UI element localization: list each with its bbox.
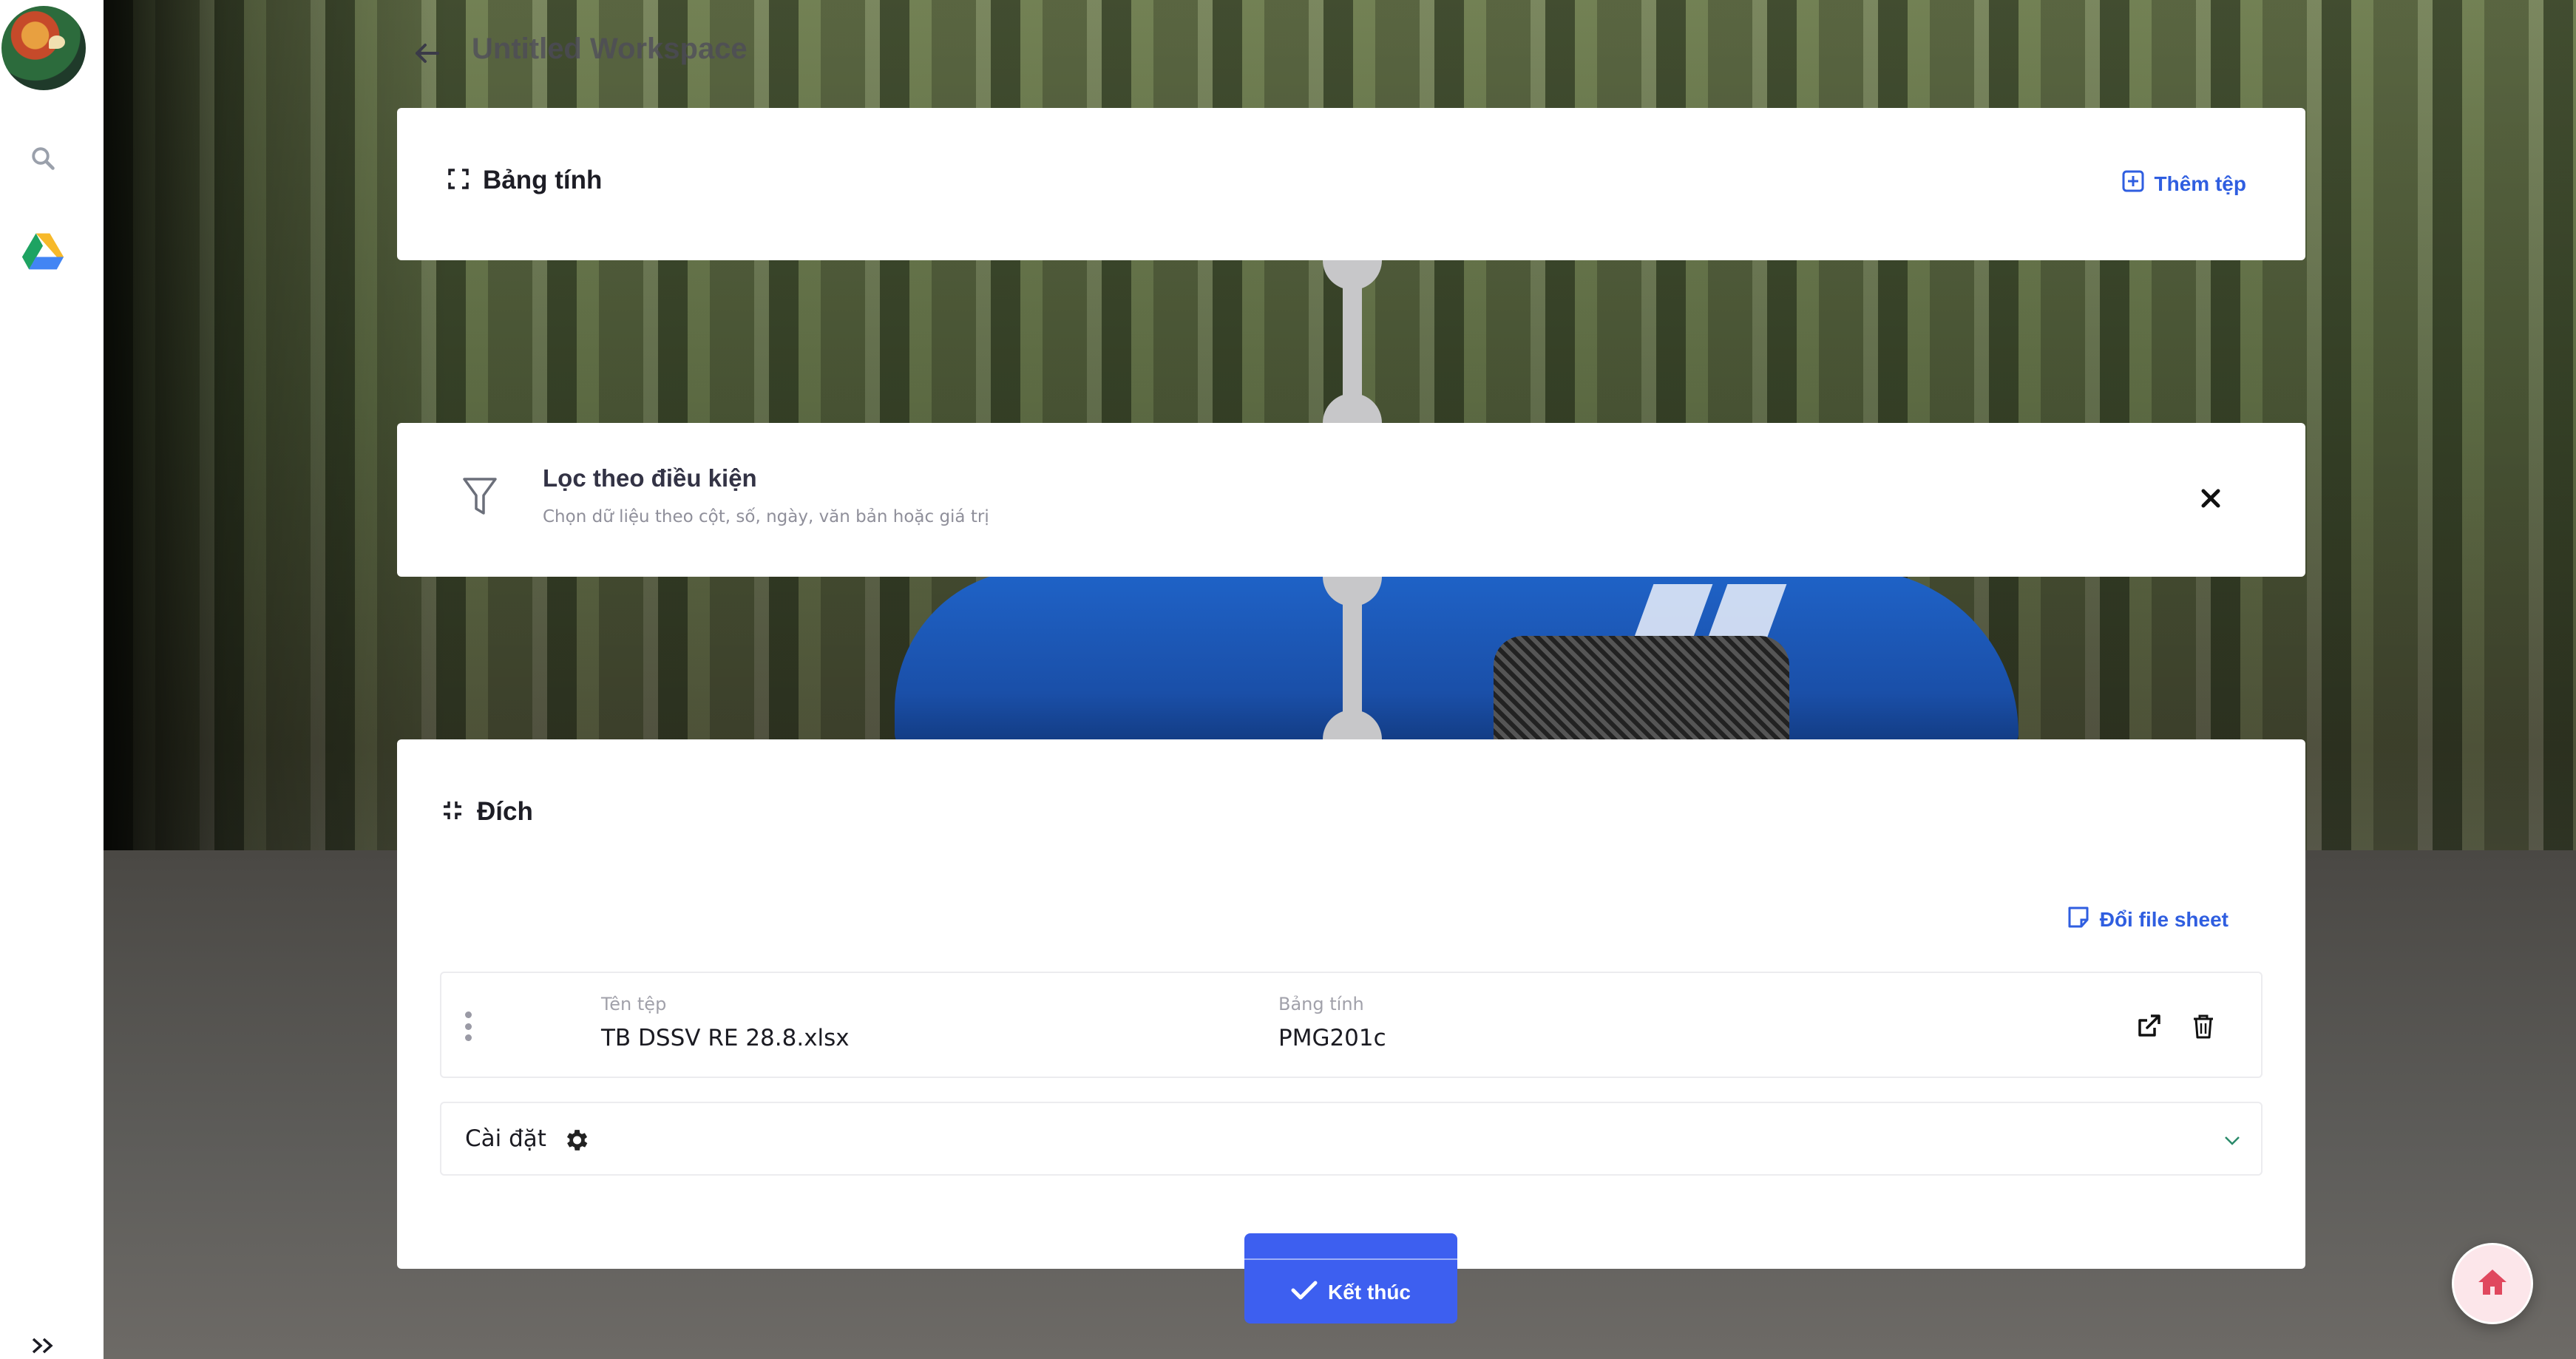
add-file-button[interactable]: Thêm tệp [2122, 170, 2246, 197]
sheet-label: Bảng tính [1278, 994, 1364, 1014]
change-sheet-label: Đổi file sheet [2099, 907, 2228, 931]
finish-label: Kết thúc [1328, 1281, 1411, 1304]
settings-label: Cài đặt [465, 1125, 546, 1152]
collapse-icon[interactable] [441, 799, 464, 824]
workspace-title[interactable]: Untitled Workspace [472, 33, 748, 66]
trash-icon[interactable] [2186, 1009, 2221, 1044]
sheet-value: PMG201c [1278, 1025, 1386, 1051]
change-sheet-button[interactable]: Đổi file sheet [2067, 905, 2228, 934]
source-card: Bảng tính Thêm tệp [397, 108, 2305, 260]
file-name-label: Tên tệp [601, 994, 667, 1014]
gear-icon [560, 1124, 592, 1156]
background-car [895, 569, 2019, 747]
home-button[interactable] [2452, 1243, 2533, 1324]
open-external-icon[interactable] [2131, 1009, 2166, 1044]
filter-card[interactable]: Lọc theo điều kiện Chọn dữ liệu theo cột… [397, 423, 2305, 577]
home-icon [2476, 1267, 2509, 1300]
filter-icon [462, 476, 498, 521]
file-name-value: TB DSSV RE 28.8.xlsx [601, 1025, 850, 1051]
expand-icon[interactable] [447, 168, 470, 193]
filter-title: Lọc theo điều kiện [543, 464, 757, 492]
note-icon [2067, 905, 2089, 934]
filter-subtitle: Chọn dữ liệu theo cột, số, ngày, văn bản… [543, 507, 989, 526]
destination-card-header: Đích [441, 797, 533, 827]
double-chevron-right-icon[interactable] [21, 1332, 65, 1359]
drag-handle-icon[interactable] [464, 1011, 472, 1041]
check-icon [1291, 1280, 1318, 1306]
destination-card: Đích Đổi file sheet Tên tệp TB DSSV RE 2… [397, 739, 2305, 1269]
source-card-title: Bảng tính [483, 166, 603, 194]
destination-card-title: Đích [477, 797, 533, 826]
source-card-header: Bảng tính [447, 166, 602, 195]
background-car-grille [1494, 636, 1789, 747]
close-icon[interactable] [2197, 485, 2224, 512]
add-file-label: Thêm tệp [2154, 172, 2246, 195]
google-drive-icon[interactable] [21, 229, 65, 274]
back-button[interactable] [410, 37, 443, 70]
file-row: Tên tệp TB DSSV RE 28.8.xlsx Bảng tính P… [440, 972, 2263, 1078]
finish-button[interactable]: Kết thúc [1244, 1233, 1457, 1324]
settings-accordion[interactable]: Cài đặt [440, 1102, 2263, 1176]
chevron-down-icon[interactable] [2221, 1130, 2243, 1152]
plus-square-icon [2122, 170, 2144, 197]
sidebar [0, 0, 104, 1359]
search-icon[interactable] [21, 136, 65, 180]
avatar[interactable] [1, 6, 86, 90]
